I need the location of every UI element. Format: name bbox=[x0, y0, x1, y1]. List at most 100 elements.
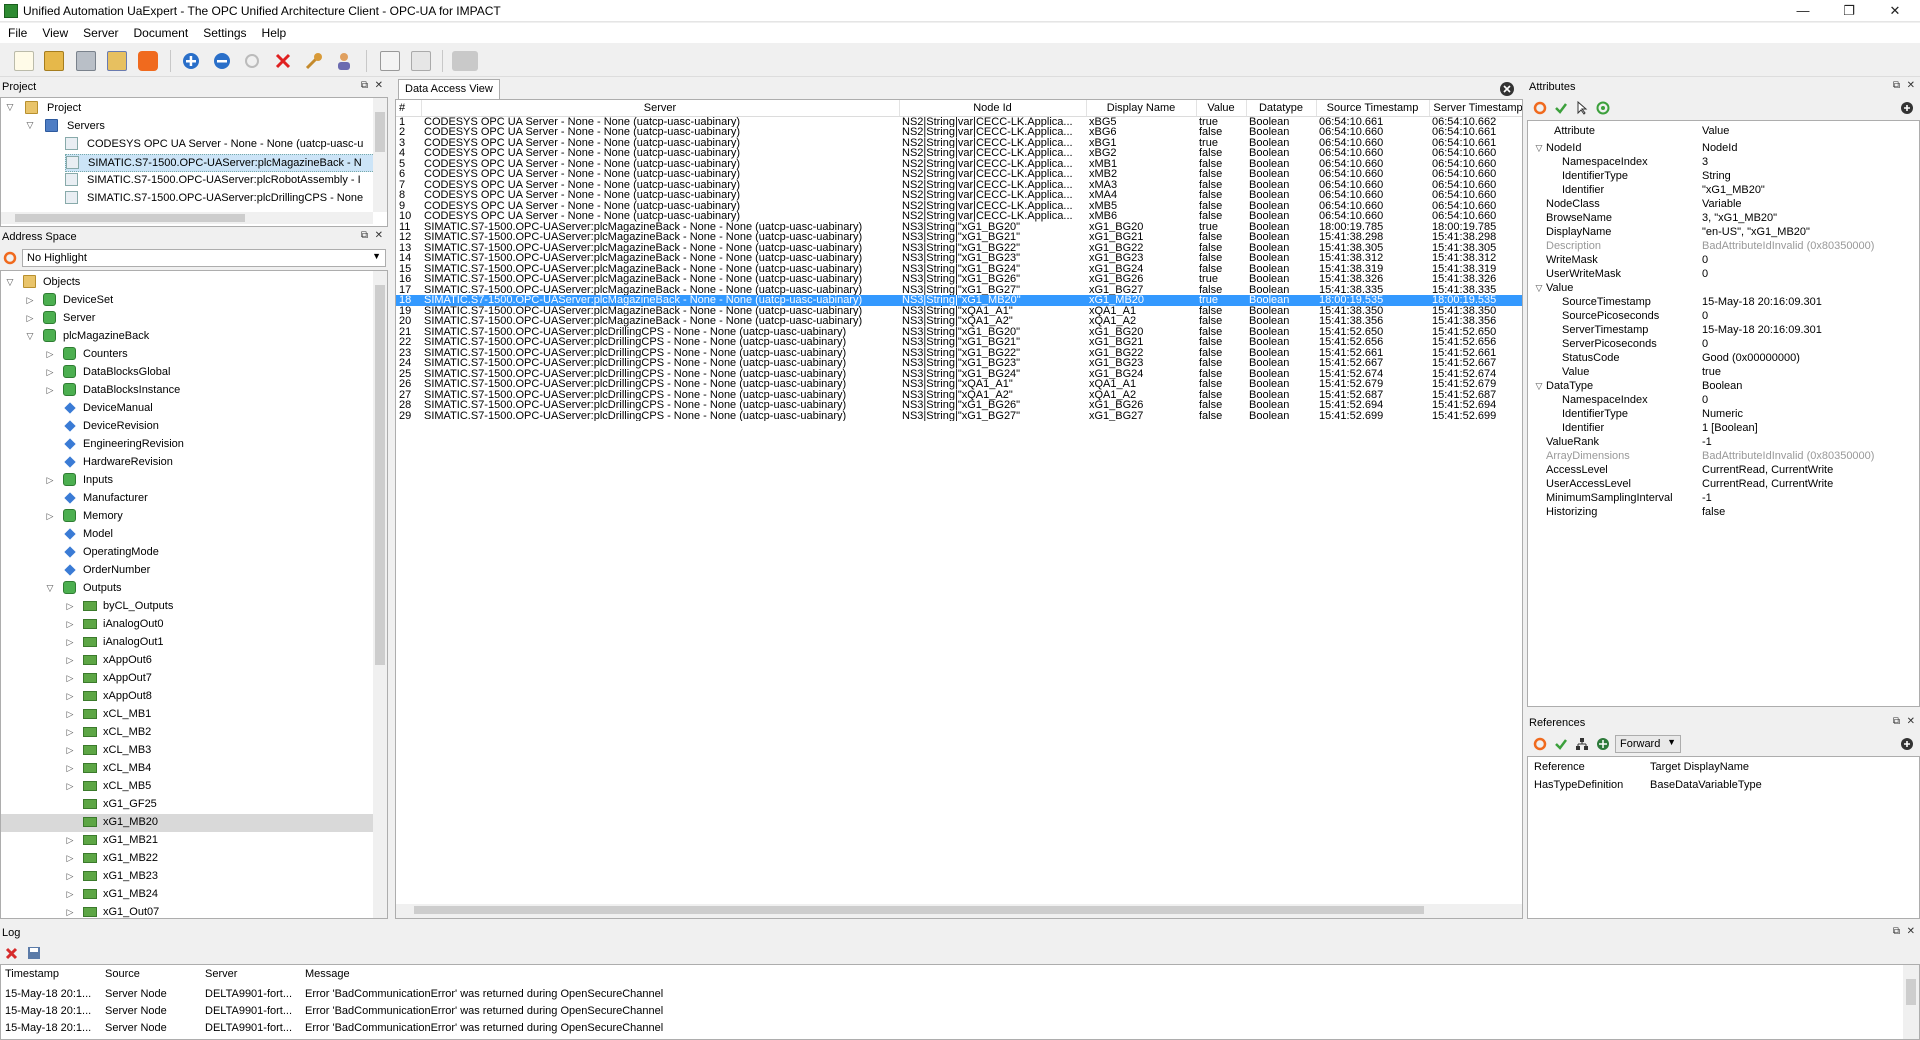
display-name[interactable]: xG1_BG27 bbox=[1086, 411, 1196, 422]
expand-arrow-icon[interactable]: ▷ bbox=[65, 887, 75, 901]
source-timestamp[interactable]: 15:41:52.661 bbox=[1316, 348, 1429, 359]
row-number[interactable]: 5 bbox=[396, 159, 421, 170]
attribute-value[interactable]: -1 bbox=[1702, 491, 1712, 505]
dav-row[interactable]: 12 SIMATIC.S7-1500.OPC-UAServer:plcMagazi… bbox=[396, 232, 1522, 243]
datatype[interactable]: Boolean bbox=[1246, 148, 1316, 159]
attribute-value[interactable]: 0 bbox=[1702, 393, 1708, 407]
server-name[interactable]: CODESYS OPC UA Server - None - None (uat… bbox=[421, 138, 899, 149]
dav-col-header[interactable]: Datatype bbox=[1246, 100, 1317, 117]
dav-col-header[interactable]: Node Id bbox=[899, 100, 1087, 117]
value[interactable]: true bbox=[1196, 222, 1246, 233]
server-name[interactable]: SIMATIC.S7-1500.OPC-UAServer:plcDrilling… bbox=[421, 337, 899, 348]
value[interactable]: false bbox=[1196, 400, 1246, 411]
source-timestamp[interactable]: 15:41:52.656 bbox=[1316, 337, 1429, 348]
row-number[interactable]: 29 bbox=[396, 411, 421, 422]
server-name[interactable]: CODESYS OPC UA Server - None - None (uat… bbox=[421, 116, 899, 127]
float-icon[interactable]: ⧉ bbox=[1893, 716, 1900, 727]
value[interactable]: false bbox=[1196, 127, 1246, 138]
col-header-attribute[interactable]: Attribute bbox=[1554, 124, 1595, 138]
value[interactable]: false bbox=[1196, 348, 1246, 359]
address-space-vscrollbar[interactable] bbox=[373, 271, 387, 918]
server-timestamp[interactable]: 15:41:38.350 bbox=[1429, 306, 1522, 317]
value[interactable]: false bbox=[1196, 390, 1246, 401]
source-timestamp[interactable]: 15:41:52.667 bbox=[1316, 358, 1429, 369]
node-id[interactable]: NS2|String|var|CECC-LK.Applica... bbox=[899, 116, 1086, 127]
value[interactable]: false bbox=[1196, 306, 1246, 317]
attribute-name[interactable]: Identifier bbox=[1562, 183, 1604, 197]
server-name[interactable]: CODESYS OPC UA Server - None - None (uat… bbox=[421, 127, 899, 138]
row-number[interactable]: 11 bbox=[396, 222, 421, 233]
display-name[interactable]: xG1_BG26 bbox=[1086, 274, 1196, 285]
log-col-header[interactable]: Server bbox=[205, 967, 237, 981]
value[interactable]: true bbox=[1196, 116, 1246, 127]
datatype[interactable]: Boolean bbox=[1246, 211, 1316, 222]
datatype[interactable]: Boolean bbox=[1246, 180, 1316, 191]
log-server[interactable]: DELTA9901-fort... bbox=[205, 1004, 292, 1018]
display-name[interactable]: xG1_BG21 bbox=[1086, 232, 1196, 243]
node-id[interactable]: NS2|String|var|CECC-LK.Applica... bbox=[899, 180, 1086, 191]
minimize-button[interactable]: — bbox=[1780, 0, 1826, 22]
server-timestamp[interactable]: 15:41:38.319 bbox=[1429, 264, 1522, 275]
address-node[interactable]: ▷ Counters bbox=[1, 346, 373, 364]
value[interactable]: false bbox=[1196, 243, 1246, 254]
row-number[interactable]: 25 bbox=[396, 369, 421, 380]
source-timestamp[interactable]: 06:54:10.660 bbox=[1316, 211, 1429, 222]
datatype[interactable]: Boolean bbox=[1246, 295, 1316, 306]
clear-icon[interactable] bbox=[411, 51, 431, 71]
expand-arrow-icon[interactable]: ▷ bbox=[65, 599, 75, 613]
connect-icon[interactable] bbox=[242, 51, 262, 71]
user-icon[interactable] bbox=[334, 51, 354, 71]
row-number[interactable]: 26 bbox=[396, 379, 421, 390]
float-icon[interactable]: ⧉ bbox=[361, 80, 368, 91]
add-icon[interactable] bbox=[1900, 737, 1914, 751]
dav-row[interactable]: 1 CODESYS OPC UA Server - None - None (ua… bbox=[396, 116, 1522, 127]
datatype[interactable]: Boolean bbox=[1246, 358, 1316, 369]
server-timestamp[interactable]: 18:00:19.535 bbox=[1429, 295, 1522, 306]
log-message[interactable]: Error 'BadCommunicationError' was return… bbox=[305, 1021, 663, 1035]
source-timestamp[interactable]: 15:41:38.305 bbox=[1316, 243, 1429, 254]
col-header-target[interactable]: Target DisplayName bbox=[1650, 760, 1749, 774]
source-timestamp[interactable]: 15:41:52.699 bbox=[1316, 411, 1429, 422]
address-node[interactable]: Model bbox=[1, 526, 373, 544]
server-name[interactable]: CODESYS OPC UA Server - None - None (uat… bbox=[421, 211, 899, 222]
value[interactable]: false bbox=[1196, 211, 1246, 222]
datatype[interactable]: Boolean bbox=[1246, 169, 1316, 180]
attribute-value[interactable]: false bbox=[1702, 505, 1725, 519]
server-timestamp[interactable]: 06:54:10.660 bbox=[1429, 148, 1522, 159]
address-node[interactable]: ▷ xAppOut7 bbox=[1, 670, 373, 688]
display-name[interactable]: xG1_BG20 bbox=[1086, 327, 1196, 338]
server-name[interactable]: SIMATIC.S7-1500.OPC-UAServer:plcDrilling… bbox=[421, 390, 899, 401]
display-name[interactable]: xBG6 bbox=[1086, 127, 1196, 138]
refresh-icon[interactable] bbox=[1533, 737, 1547, 751]
value[interactable]: false bbox=[1196, 180, 1246, 191]
server-timestamp[interactable]: 06:54:10.660 bbox=[1429, 159, 1522, 170]
attribute-value[interactable]: Numeric bbox=[1702, 407, 1743, 421]
node-id[interactable]: NS2|String|var|CECC-LK.Applica... bbox=[899, 159, 1086, 170]
node-id[interactable]: NS3|String|"xG1_BG21" bbox=[899, 337, 1086, 348]
server-timestamp[interactable]: 15:41:52.650 bbox=[1429, 327, 1522, 338]
server-name[interactable]: SIMATIC.S7-1500.OPC-UAServer:plcDrilling… bbox=[421, 327, 899, 338]
row-number[interactable]: 20 bbox=[396, 316, 421, 327]
direction-select[interactable]: Forward ▼ bbox=[1615, 735, 1681, 753]
attribute-value[interactable]: NodeId bbox=[1702, 141, 1737, 155]
expand-arrow-icon[interactable]: ▷ bbox=[45, 509, 55, 523]
row-number[interactable]: 23 bbox=[396, 348, 421, 359]
value[interactable]: false bbox=[1196, 411, 1246, 422]
value[interactable]: false bbox=[1196, 169, 1246, 180]
node-id[interactable]: NS3|String|"xG1_BG21" bbox=[899, 232, 1086, 243]
server-timestamp[interactable]: 15:41:52.661 bbox=[1429, 348, 1522, 359]
value[interactable]: false bbox=[1196, 190, 1246, 201]
datatype[interactable]: Boolean bbox=[1246, 138, 1316, 149]
log-timestamp[interactable]: 15-May-18 20:1... bbox=[5, 1004, 91, 1018]
highlight-select[interactable]: No Highlight ▼ bbox=[22, 249, 386, 267]
server-name[interactable]: SIMATIC.S7-1500.OPC-UAServer:plcMagazine… bbox=[421, 285, 899, 296]
attribute-value[interactable]: BadAttributeIdInvalid (0x80350000) bbox=[1702, 449, 1874, 463]
close-icon[interactable]: ✕ bbox=[375, 230, 383, 241]
close-icon[interactable]: ✕ bbox=[1907, 80, 1915, 91]
col-header-reference[interactable]: Reference bbox=[1534, 760, 1585, 774]
menu-help[interactable]: Help bbox=[254, 23, 294, 40]
dav-col-header[interactable]: Server bbox=[421, 100, 900, 117]
source-timestamp[interactable]: 15:41:52.687 bbox=[1316, 390, 1429, 401]
address-node[interactable]: HardwareRevision bbox=[1, 454, 373, 472]
dav-row[interactable]: 8 CODESYS OPC UA Server - None - None (ua… bbox=[396, 190, 1522, 201]
